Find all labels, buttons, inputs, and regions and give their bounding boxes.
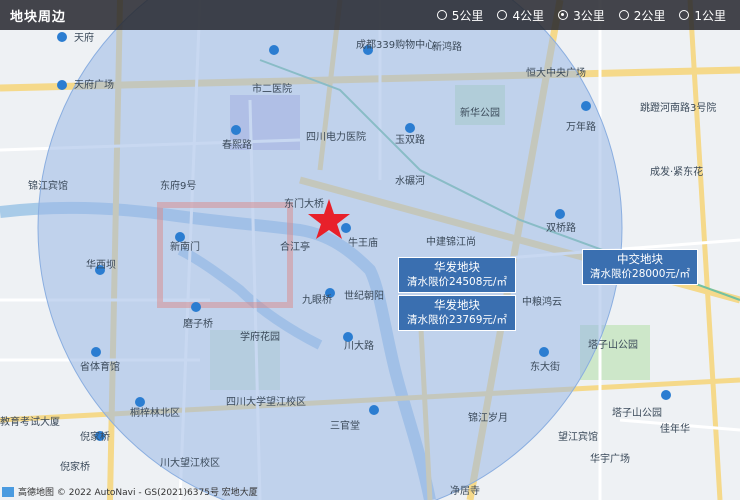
place-label: 玉双路 bbox=[395, 133, 425, 146]
place-label: 倪家桥 bbox=[80, 430, 110, 443]
place-label: 东门大桥 bbox=[284, 197, 324, 210]
place-label: 中粮鸿云 bbox=[522, 295, 562, 308]
place-label: 川大路 bbox=[344, 339, 374, 352]
place-label: 华西坝 bbox=[86, 258, 116, 271]
place-label: 春熙路 bbox=[222, 138, 252, 151]
header-title: 地块周边 bbox=[10, 9, 67, 25]
place-label: 教育考试大厦 bbox=[0, 415, 60, 428]
place-label: 天府 bbox=[74, 31, 94, 44]
radius-option-label: 2公里 bbox=[633, 8, 666, 23]
radius-selector[interactable]: 5公里 4公里 3公里 2公里 1公里 bbox=[436, 0, 726, 30]
radio-icon[interactable] bbox=[618, 10, 629, 20]
place-label: 新鸿路 bbox=[432, 40, 462, 53]
place-label: 九眼桥 bbox=[302, 294, 332, 306]
place-label: 双桥路 bbox=[546, 221, 576, 234]
place-label: 东大街 bbox=[530, 360, 560, 373]
plot-name: 华发地块 bbox=[434, 298, 480, 312]
place-label: 新南门 bbox=[170, 240, 200, 253]
place-label: 世纪朝阳 bbox=[344, 290, 384, 302]
radio-icon[interactable] bbox=[436, 10, 447, 20]
radius-option-label: 4公里 bbox=[512, 8, 545, 23]
place-label: 塔子山公园 bbox=[588, 338, 638, 351]
plot-name: 中交地块 bbox=[617, 252, 663, 266]
place-label: 牛王庙 bbox=[348, 236, 378, 249]
radio-checked-icon[interactable] bbox=[558, 10, 569, 20]
radius-option-label: 1公里 bbox=[694, 8, 726, 23]
plot-label-huafa-2[interactable]: 华发地块 清水限价23769元/㎡ bbox=[398, 295, 516, 331]
attribution-text: 高德地图 © 2022 AutoNavi - GS(2021)6375号 宏地大… bbox=[18, 488, 258, 498]
place-label: 市二医院 bbox=[252, 82, 292, 95]
plot-price: 清水限价28000元/㎡ bbox=[590, 268, 690, 280]
place-label: 佳年华 bbox=[660, 422, 690, 435]
plot-name: 华发地块 bbox=[434, 260, 480, 274]
radius-option-3km[interactable]: 3公里 bbox=[558, 7, 605, 24]
place-label: 塔子山公园 bbox=[612, 406, 662, 419]
place-label: 省体育馆 bbox=[80, 360, 120, 373]
plot-price: 清水限价24508元/㎡ bbox=[407, 276, 507, 288]
place-label: 成发·紧东花 bbox=[650, 165, 703, 178]
map-attribution: 高德地图 © 2022 AutoNavi - GS(2021)6375号 宏地大… bbox=[2, 485, 258, 498]
place-label: 跳蹬河南路3号院 bbox=[640, 101, 716, 114]
radio-icon[interactable] bbox=[497, 10, 508, 20]
place-label: 四川大学望江校区 bbox=[226, 395, 306, 408]
place-label: 望江宾馆 bbox=[558, 430, 598, 443]
radius-option-2km[interactable]: 2公里 bbox=[618, 7, 666, 24]
place-label: 东府9号 bbox=[160, 179, 196, 192]
radius-option-4km[interactable]: 4公里 bbox=[497, 7, 544, 24]
place-label: 锦江岁月 bbox=[468, 411, 508, 424]
map-frame[interactable]: 天府 天府广场 锦江宾馆 东府9号 华西坝 新南门 合江亭 九眼桥 磨子桥 省体… bbox=[0, 0, 740, 500]
radius-option-label: 5公里 bbox=[451, 8, 484, 23]
plot-price: 清水限价23769元/㎡ bbox=[407, 314, 507, 326]
place-label: 磨子桥 bbox=[183, 318, 213, 330]
radius-option-5km[interactable]: 5公里 bbox=[436, 7, 484, 24]
place-label: 桐梓林北区 bbox=[130, 406, 180, 419]
place-label: 合江亭 bbox=[280, 240, 310, 253]
place-label: 成都339购物中心 bbox=[356, 38, 435, 51]
place-label: 倪家桥 bbox=[60, 460, 90, 473]
place-label: 川大望江校区 bbox=[160, 456, 220, 469]
place-label: 水碾河 bbox=[395, 175, 425, 187]
place-label: 中建锦江尚 bbox=[426, 235, 476, 248]
radius-option-1km[interactable]: 1公里 bbox=[679, 7, 726, 24]
plot-label-huafa-1[interactable]: 华发地块 清水限价24508元/㎡ bbox=[398, 257, 516, 293]
radio-icon[interactable] bbox=[679, 10, 690, 20]
place-label: 新华公园 bbox=[460, 106, 500, 119]
plot-label-zhongjiao[interactable]: 中交地块 清水限价28000元/㎡ bbox=[582, 249, 698, 285]
radius-option-label: 3公里 bbox=[573, 8, 605, 23]
place-label: 锦江宾馆 bbox=[28, 179, 68, 192]
place-label: 三官堂 bbox=[330, 419, 360, 432]
place-label: 恒大中央广场 bbox=[526, 66, 586, 79]
place-label: 净居寺 bbox=[450, 484, 480, 497]
header-bar: 地块周边 5公里 4公里 3公里 2公里 1公里 bbox=[0, 0, 740, 30]
place-label: 四川电力医院 bbox=[306, 130, 366, 143]
place-label: 天府广场 bbox=[74, 78, 114, 91]
place-label: 学府花园 bbox=[240, 330, 280, 343]
place-label: 华宇广场 bbox=[590, 452, 630, 465]
amap-logo-icon bbox=[2, 486, 14, 497]
place-label: 万年路 bbox=[566, 120, 596, 133]
